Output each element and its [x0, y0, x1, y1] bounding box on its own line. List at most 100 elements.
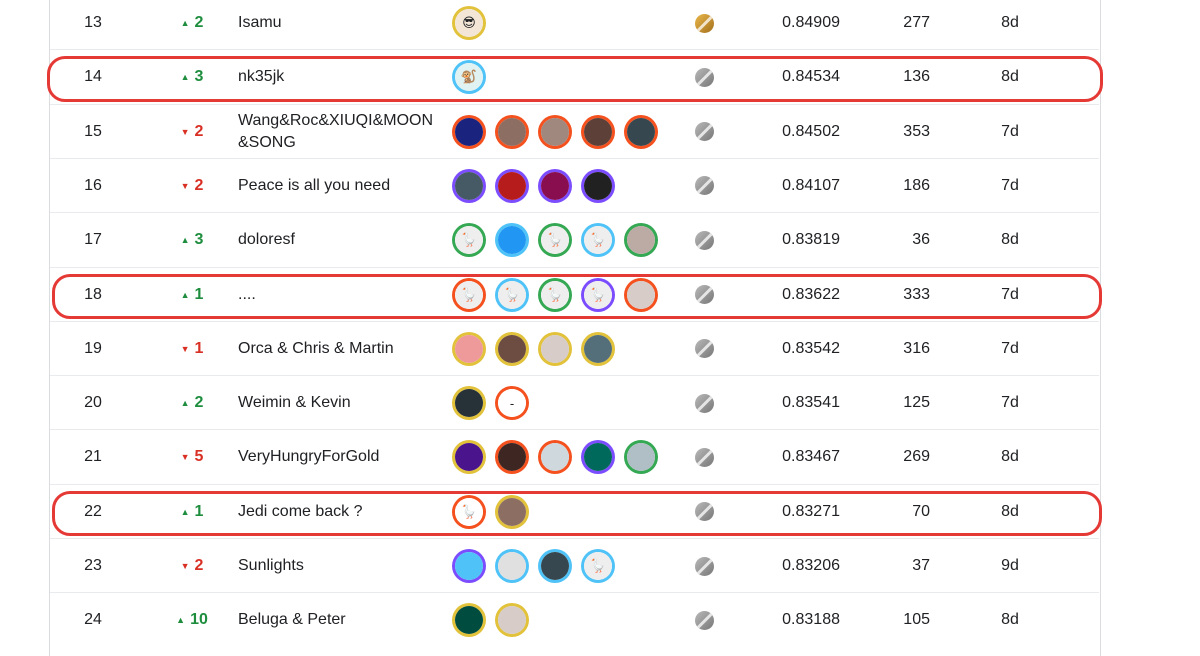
avatar[interactable] [584, 171, 612, 200]
avatar[interactable] [541, 171, 569, 200]
team-name[interactable]: .... [238, 268, 443, 322]
table-row[interactable]: 13 ▲ 2 Isamu 😎 0.84909 277 8d [50, 0, 1099, 50]
rank-cell: 15 [84, 122, 102, 140]
team-name[interactable]: Isamu [238, 0, 443, 50]
rank-cell: 22 [84, 502, 102, 520]
medal-badge [694, 122, 714, 142]
entries-cell: 316 [903, 339, 930, 357]
entries-cell: 333 [903, 285, 930, 303]
medal-badge [694, 502, 714, 522]
avatar[interactable] [584, 334, 612, 363]
goose-avatar-icon: 🪿 [541, 280, 569, 309]
avatar[interactable]: 🪿 [584, 226, 612, 255]
gold-medal-icon [692, 0, 716, 50]
rank-cell: 20 [84, 394, 102, 412]
avatar[interactable] [498, 226, 526, 255]
avatar[interactable] [584, 443, 612, 472]
arrow-up-icon: ▲ [180, 506, 190, 517]
avatar[interactable]: 🪿 [455, 497, 483, 526]
entries-cell: 277 [903, 14, 930, 31]
table-row[interactable]: 24 ▲ 10 Beluga & Peter 0.83188 105 8d [50, 592, 1099, 647]
table-row[interactable]: 21 ▼ 5 VeryHungryForGold 0.83467 269 8d [50, 429, 1099, 484]
last-submission-cell: 7d [1001, 176, 1019, 194]
medal-badge [694, 67, 714, 87]
avatar[interactable] [455, 171, 483, 200]
silver-medal-icon [692, 485, 716, 539]
avatar[interactable] [498, 117, 526, 146]
avatar[interactable]: 🪿 [455, 226, 483, 255]
entries-cell: 105 [903, 611, 930, 629]
table-row[interactable]: 17 ▲ 3 doloresf 🪿 🪿 🪿 0.83819 36 8d [50, 212, 1099, 267]
avatar[interactable] [541, 552, 569, 580]
medal-badge [694, 610, 714, 630]
photo-avatar-icon [541, 171, 569, 200]
photo-avatar-icon [584, 117, 612, 146]
entries-cell: 186 [903, 176, 930, 194]
avatar[interactable] [498, 606, 526, 635]
silver-medal-icon [692, 213, 716, 267]
avatar[interactable] [455, 443, 483, 472]
avatar[interactable] [498, 443, 526, 472]
avatar[interactable] [584, 117, 612, 146]
monkey-avatar-icon: 🐒 [455, 63, 483, 92]
avatar[interactable]: - [498, 389, 526, 418]
avatar[interactable]: 😎 [455, 9, 483, 37]
score-cell: 0.84502 [782, 122, 840, 140]
team-name[interactable]: Wang&Roc&XIUQI&MOON&SONG [238, 105, 433, 159]
avatar[interactable] [627, 443, 655, 472]
avatar[interactable] [455, 389, 483, 418]
photo-avatar-icon [455, 171, 483, 200]
table-row[interactable]: 23 ▼ 2 Sunlights 🪿 0.83206 37 9d [50, 538, 1099, 593]
table-row[interactable]: 22 ▲ 1 Jedi come back ? 🪿 0.83271 70 8d [50, 483, 1099, 539]
table-row[interactable]: 19 ▼ 1 Orca & Chris & Martin 0.83542 316 7d [50, 320, 1099, 376]
team-name[interactable]: Orca & Chris & Martin [238, 322, 433, 376]
avatar[interactable] [498, 334, 526, 363]
avatar[interactable]: 🪿 [455, 280, 483, 309]
team-name[interactable]: Beluga & Peter [238, 593, 443, 647]
team-members: 🪿 🪿 🪿 [455, 213, 685, 267]
photo-avatar-icon [498, 171, 526, 200]
avatar[interactable]: 🪿 [584, 552, 612, 580]
score-cell: 0.83271 [782, 502, 840, 520]
team-name[interactable]: Weimin & Kevin [238, 376, 443, 430]
avatar[interactable] [541, 443, 569, 472]
avatar[interactable] [455, 552, 483, 580]
avatar[interactable]: 🪿 [541, 226, 569, 255]
avatar[interactable] [627, 226, 655, 255]
avatar[interactable]: 🪿 [498, 280, 526, 309]
team-members: 🪿 🪿 🪿 🪿 [455, 268, 685, 322]
table-row[interactable]: 20 ▲ 2 Weimin & Kevin -0.83541 125 7d [50, 375, 1099, 430]
table-row[interactable]: 18 ▲ 1.... 🪿 🪿 🪿 🪿 0.83622 333 7d [50, 266, 1099, 322]
team-name[interactable]: Jedi come back ? [238, 485, 443, 539]
table-row[interactable]: 16 ▼ 2 Peace is all you need 0.84107 186 7d [50, 157, 1099, 213]
team-members [455, 322, 685, 376]
photo-avatar-icon [455, 606, 483, 635]
avatar[interactable] [455, 334, 483, 363]
avatar[interactable] [498, 171, 526, 200]
table-row[interactable]: 14 ▲ 3 nk35jk 🐒 0.84534 136 8d [50, 49, 1099, 104]
team-members [455, 593, 685, 647]
avatar[interactable]: 🪿 [541, 280, 569, 309]
team-name[interactable]: Sunlights [238, 539, 443, 593]
avatar[interactable] [541, 117, 569, 146]
photo-avatar-icon [541, 334, 569, 363]
avatar[interactable]: 🪿 [584, 280, 612, 309]
avatar[interactable] [455, 117, 483, 146]
rank-change: ▼ 5 [162, 430, 222, 484]
avatar[interactable]: 🐒 [455, 63, 483, 92]
photo-avatar-icon [455, 443, 483, 472]
team-name[interactable]: nk35jk [238, 50, 443, 104]
team-name[interactable]: VeryHungryForGold [238, 430, 443, 484]
last-submission-cell: 8d [1001, 14, 1019, 31]
avatar[interactable] [627, 280, 655, 309]
dash-avatar-icon: - [498, 389, 526, 418]
medal-badge [694, 556, 714, 576]
team-name[interactable]: Peace is all you need [238, 159, 433, 213]
avatar[interactable] [627, 117, 655, 146]
avatar[interactable] [498, 552, 526, 580]
avatar[interactable] [455, 606, 483, 635]
team-name[interactable]: doloresf [238, 213, 443, 267]
avatar[interactable] [541, 334, 569, 363]
table-row[interactable]: 15 ▼ 2 Wang&Roc&XIUQI&MOON&SONG 0.84502 353 7d [50, 103, 1099, 159]
avatar[interactable] [498, 497, 526, 526]
